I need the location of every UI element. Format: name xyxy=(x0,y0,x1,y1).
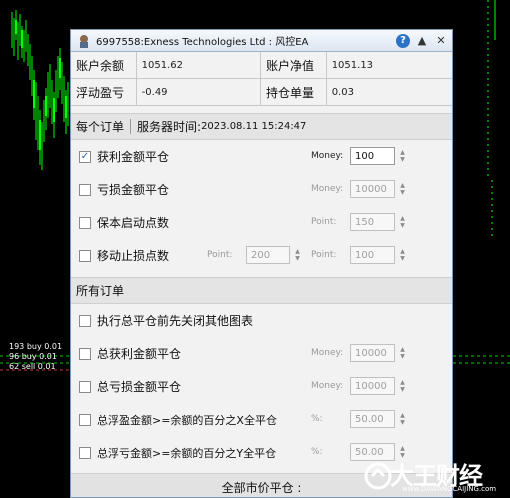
risk-control-panel: 6997558:Exness Technologies Ltd : 风控EA ?… xyxy=(70,29,453,498)
float-profit-pct-field-label: %: xyxy=(311,414,323,424)
floating-pl-value: -0.49 xyxy=(137,79,262,105)
total-profit-checkbox[interactable] xyxy=(79,347,91,360)
minimize-button[interactable]: ▲ xyxy=(414,33,430,49)
close-charts-checkbox[interactable] xyxy=(79,314,91,327)
take-profit-label: 获利金额平仓 xyxy=(97,150,170,164)
total-loss-checkbox[interactable] xyxy=(79,380,91,393)
close-charts-label: 执行总平仓前先关闭其他图表 xyxy=(97,314,254,328)
server-time-label: 服务器时间: xyxy=(137,120,202,134)
watermark: 大王财经 www.DAWANGCAIJING.com xyxy=(362,458,510,498)
float-profit-pct-input[interactable]: 50.00 xyxy=(350,410,395,428)
trade-label-buy-1: 193 buy 0.01 xyxy=(9,342,63,351)
floating-pl-label: 浮动盈亏 xyxy=(71,79,137,105)
candle-bodies xyxy=(15,20,67,150)
total-loss-field-label: Money: xyxy=(311,381,344,391)
trailing-step-spinner[interactable]: ▲ ▼ xyxy=(398,246,407,264)
all-orders-header: 所有订单 xyxy=(71,277,452,304)
total-loss-spinner[interactable]: ▲ ▼ xyxy=(398,377,407,395)
window-title: 6997558:Exness Technologies Ltd : 风控EA xyxy=(96,37,309,48)
info-row-1: 账户余额 1051.62 账户净值 1051.13 xyxy=(71,52,452,79)
info-row-2: 浮动盈亏 -0.49 持仓单量 0.03 xyxy=(71,79,452,106)
float-loss-pct-checkbox[interactable] xyxy=(79,446,91,459)
all-orders-title: 所有订单 xyxy=(76,284,125,298)
watermark-logo-icon xyxy=(364,462,392,490)
trailing-start-spinner[interactable]: ▲ ▼ xyxy=(293,246,302,264)
breakeven-label: 保本启动点数 xyxy=(97,216,170,230)
close-button[interactable]: ✕ xyxy=(433,33,449,49)
balance-label: 账户余额 xyxy=(71,52,137,78)
trailing-step-input[interactable]: 100 xyxy=(350,246,395,264)
help-icon: ? xyxy=(396,33,410,48)
total-loss-input[interactable]: 10000 xyxy=(350,377,395,395)
window-titlebar[interactable]: 6997558:Exness Technologies Ltd : 风控EA ?… xyxy=(71,30,452,52)
take-profit-spinner[interactable]: ▲ ▼ xyxy=(398,147,407,165)
per-order-title: 每个订单 xyxy=(76,120,125,134)
server-time-value: 2023.08.11 15:24:47 xyxy=(201,121,307,132)
stop-loss-label: 亏损金额平仓 xyxy=(97,183,170,197)
per-order-header: 每个订单 服务器时间: 2023.08.11 15:24:47 xyxy=(71,113,452,140)
divider xyxy=(130,119,132,134)
watermark-url: www.DAWANGCAIJING.com xyxy=(402,485,497,493)
breakeven-spinner[interactable]: ▲ ▼ xyxy=(398,213,407,231)
balance-value: 1051.62 xyxy=(137,52,262,78)
take-profit-input[interactable]: 100 xyxy=(350,147,395,165)
position-lots-value: 0.03 xyxy=(331,86,354,98)
float-profit-pct-label: 总浮盈金额>=余额的百分之X全平仓 xyxy=(97,413,277,427)
float-profit-pct-checkbox[interactable] xyxy=(79,413,91,426)
total-profit-spinner[interactable]: ▲ ▼ xyxy=(398,344,407,362)
float-loss-pct-field-label: %: xyxy=(311,447,323,457)
trailing-start-input[interactable]: 200 xyxy=(246,246,290,264)
option-row-close-charts: 执行总平仓前先关闭其他图表 xyxy=(71,304,452,337)
breakeven-field-label: Point: xyxy=(311,217,337,227)
trade-label-sell: 62 sell 0.01 xyxy=(9,362,56,371)
float-loss-pct-label: 总浮亏金额>=余额的百分之Y全平仓 xyxy=(97,446,277,460)
equity-value: 1051.13 xyxy=(331,59,374,71)
total-profit-label: 总获利金额平仓 xyxy=(97,347,182,361)
total-profit-field-label: Money: xyxy=(311,348,344,358)
breakeven-checkbox[interactable] xyxy=(79,216,91,229)
trailing-step-field-label: Point: xyxy=(311,250,337,260)
float-profit-pct-spinner[interactable]: ▲ ▼ xyxy=(398,410,407,428)
stop-loss-spinner[interactable]: ▲ ▼ xyxy=(398,180,407,198)
account-info: 账户余额 1051.62 账户净值 1051.13 浮动盈亏 -0.49 持仓单… xyxy=(71,52,452,106)
total-profit-input[interactable]: 10000 xyxy=(350,344,395,362)
take-profit-field-label: Money: xyxy=(311,151,344,161)
app-icon xyxy=(80,34,88,48)
stop-loss-field-label: Money: xyxy=(311,184,344,194)
stop-loss-input[interactable]: 10000 xyxy=(350,180,395,198)
stop-loss-checkbox[interactable] xyxy=(79,183,91,196)
trailing-start-field-label: Point: xyxy=(207,250,233,260)
trade-label-buy-2: 96 buy 0.01 xyxy=(9,352,57,361)
position-lots-label: 持仓单量 xyxy=(261,79,327,105)
breakeven-input[interactable]: 150 xyxy=(350,213,395,231)
total-loss-label: 总亏损金额平仓 xyxy=(97,380,182,394)
trailing-stop-checkbox[interactable] xyxy=(79,249,91,262)
equity-label: 账户净值 xyxy=(261,52,327,78)
trailing-stop-label: 移动止损点数 xyxy=(97,249,170,263)
help-button[interactable]: ? xyxy=(395,33,411,49)
take-profit-checkbox[interactable]: ✓ xyxy=(79,150,91,163)
